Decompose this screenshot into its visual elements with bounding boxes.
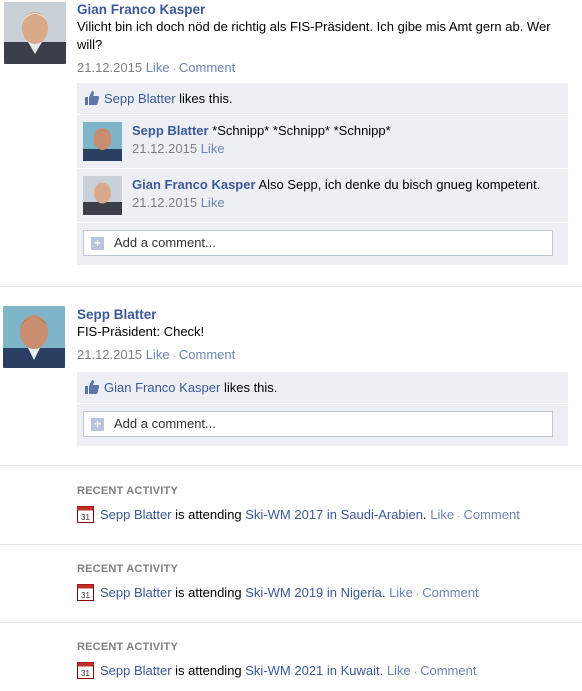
post-text: FIS-Präsident: Check! bbox=[77, 324, 205, 339]
comment-author[interactable]: Gian Franco Kasper bbox=[132, 177, 256, 192]
plus-icon: + bbox=[91, 237, 104, 250]
thumbs-up-icon bbox=[85, 90, 100, 105]
comment-like-link[interactable]: Like bbox=[201, 141, 225, 156]
activity-verb: is attending bbox=[171, 663, 246, 678]
add-comment-input[interactable]: + Add a comment... bbox=[83, 411, 553, 437]
post-meta: 21.12.2015 Like · Comment bbox=[77, 60, 574, 75]
kasper-avatar[interactable] bbox=[4, 2, 66, 64]
comment-link[interactable]: Comment bbox=[463, 507, 519, 522]
activity-line: 31 Sepp Blatter is attending Ski-WM 2019… bbox=[77, 584, 577, 604]
like-link[interactable]: Like bbox=[389, 585, 413, 600]
like-link[interactable]: Like bbox=[430, 507, 454, 522]
divider bbox=[0, 622, 582, 623]
activity-title: RECENT ACTIVITY bbox=[77, 563, 178, 575]
separator-dot: · bbox=[172, 64, 176, 75]
like-link[interactable]: Like bbox=[387, 663, 411, 678]
comment-link[interactable]: Comment bbox=[179, 60, 235, 75]
activity-period: . bbox=[379, 663, 384, 678]
comment-link[interactable]: Comment bbox=[179, 347, 235, 362]
activity-verb: is attending bbox=[171, 585, 246, 600]
add-comment-placeholder: Add a comment... bbox=[114, 416, 216, 431]
post-author[interactable]: Sepp Blatter bbox=[77, 307, 574, 322]
comment-author[interactable]: Sepp Blatter bbox=[132, 123, 209, 138]
divider bbox=[0, 544, 582, 545]
separator-dot: · bbox=[457, 511, 461, 522]
likes-row: Sepp Blatter likes this. bbox=[77, 83, 568, 115]
activity-period: . bbox=[381, 585, 386, 600]
post-meta: 21.12.2015 Like · Comment bbox=[77, 347, 574, 362]
comment-date: 21.12.2015 bbox=[132, 195, 198, 210]
comment-link[interactable]: Comment bbox=[422, 585, 478, 600]
likes-row: Gian Franco Kasper likes this. bbox=[77, 372, 568, 404]
activity-event-link[interactable]: Ski-WM 2017 in Saudi-Arabien bbox=[245, 507, 423, 522]
post-author[interactable]: Gian Franco Kasper bbox=[77, 2, 574, 17]
feedback-box-post2: Gian Franco Kasper likes this. + Add a c… bbox=[77, 372, 568, 446]
comment-date: 21.12.2015 bbox=[132, 141, 198, 156]
activity-person[interactable]: Sepp Blatter bbox=[100, 585, 172, 600]
likes-suffix: likes this. bbox=[220, 380, 278, 395]
add-comment-row: + Add a comment... bbox=[77, 404, 568, 446]
separator-dot: · bbox=[415, 589, 420, 600]
calendar-icon: 31 bbox=[77, 506, 94, 524]
activity-event-link[interactable]: Ski-WM 2019 in Nigeria bbox=[245, 585, 382, 600]
add-comment-row: + Add a comment... bbox=[77, 223, 568, 265]
post-text: Vilicht bin ich doch nöd de richtig als … bbox=[77, 19, 551, 52]
activity-line: 31 Sepp Blatter is attending Ski-WM 2021… bbox=[77, 662, 577, 682]
blatter-avatar[interactable] bbox=[3, 306, 65, 368]
liker-name[interactable]: Sepp Blatter bbox=[104, 91, 176, 106]
like-link[interactable]: Like bbox=[146, 60, 170, 75]
divider bbox=[0, 465, 582, 466]
comment-like-link[interactable]: Like bbox=[201, 195, 225, 210]
comment-text: *Schnipp* *Schnipp* *Schnipp* bbox=[208, 123, 391, 138]
divider bbox=[0, 286, 582, 287]
calendar-icon: 31 bbox=[77, 662, 94, 680]
activity-title: RECENT ACTIVITY bbox=[77, 485, 178, 497]
plus-icon: + bbox=[91, 418, 104, 431]
separator-dot: · bbox=[172, 351, 176, 362]
recent-activity-item: RECENT ACTIVITY 31 Sepp Blatter is atten… bbox=[77, 563, 577, 604]
recent-activity-item: RECENT ACTIVITY 31 Sepp Blatter is atten… bbox=[77, 485, 577, 526]
thumbs-up-icon bbox=[85, 379, 100, 394]
post-date: 21.12.2015 bbox=[77, 60, 143, 75]
recent-activity-item: RECENT ACTIVITY 31 Sepp Blatter is atten… bbox=[77, 641, 577, 682]
comment-item: Sepp Blatter *Schnipp* *Schnipp* *Schnip… bbox=[77, 115, 568, 169]
comment-item: Gian Franco Kasper Also Sepp, ich denke … bbox=[77, 169, 568, 223]
add-comment-input[interactable]: + Add a comment... bbox=[83, 230, 553, 256]
activity-line: 31 Sepp Blatter is attending Ski-WM 2017… bbox=[77, 506, 577, 526]
activity-person[interactable]: Sepp Blatter bbox=[100, 507, 172, 522]
activity-person[interactable]: Sepp Blatter bbox=[100, 663, 172, 678]
svg-text:31: 31 bbox=[81, 513, 90, 522]
activity-title: RECENT ACTIVITY bbox=[77, 641, 178, 653]
activity-verb: is attending bbox=[171, 507, 246, 522]
blatter-avatar-small[interactable] bbox=[83, 122, 122, 161]
likes-suffix: likes this. bbox=[175, 91, 233, 106]
like-link[interactable]: Like bbox=[146, 347, 170, 362]
activity-period: . bbox=[423, 507, 427, 522]
calendar-icon: 31 bbox=[77, 584, 94, 602]
feedback-box-post1: Sepp Blatter likes this. Sepp Blatter *S… bbox=[77, 83, 568, 265]
separator-dot: · bbox=[413, 667, 418, 678]
svg-text:31: 31 bbox=[81, 669, 90, 678]
activity-event-link[interactable]: Ski-WM 2021 in Kuwait bbox=[245, 663, 379, 678]
add-comment-placeholder: Add a comment... bbox=[114, 235, 216, 250]
comment-text: Also Sepp, ich denke du bisch gnueg komp… bbox=[255, 177, 541, 192]
liker-name[interactable]: Gian Franco Kasper bbox=[104, 380, 220, 395]
svg-text:31: 31 bbox=[81, 591, 90, 600]
kasper-avatar-small[interactable] bbox=[83, 176, 122, 215]
comment-link[interactable]: Comment bbox=[420, 663, 476, 678]
post-date: 21.12.2015 bbox=[77, 347, 143, 362]
